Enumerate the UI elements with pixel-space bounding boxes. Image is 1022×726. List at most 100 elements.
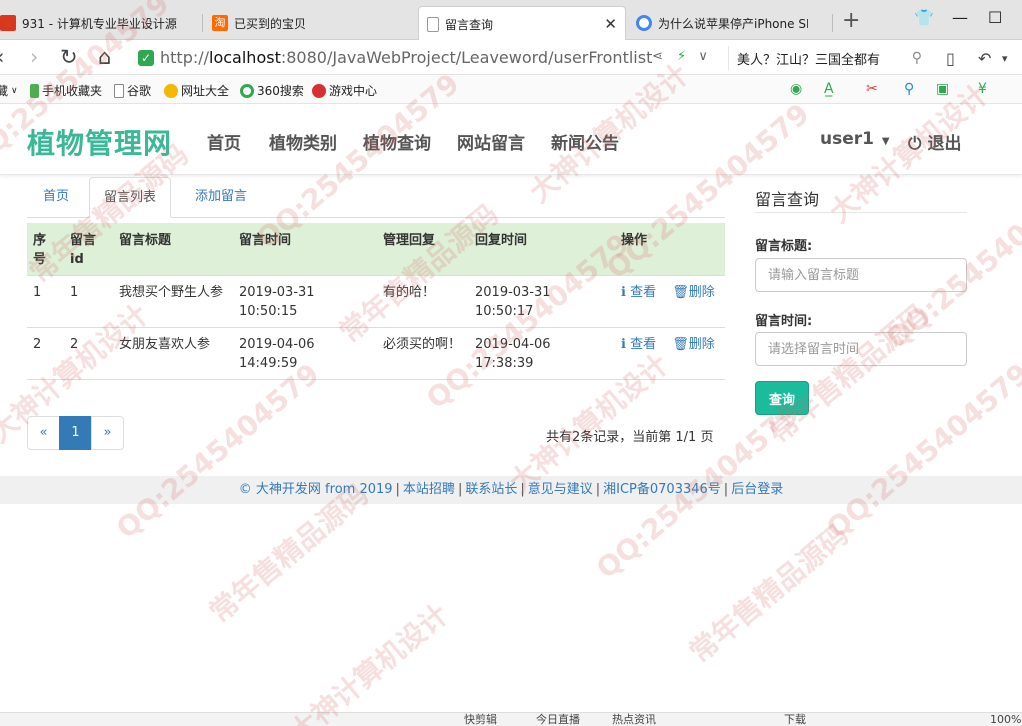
search-icon[interactable]: ⚲ bbox=[912, 50, 922, 66]
tab-divider bbox=[832, 14, 833, 32]
cell-reply-time: 2019-03-31 10:50:17 bbox=[469, 275, 615, 328]
scissors-icon[interactable]: ✂ bbox=[866, 81, 878, 97]
browser-tab-2[interactable]: 淘 已买到的宝贝 bbox=[204, 6, 414, 40]
chevron-down-icon[interactable]: ∨ bbox=[698, 49, 708, 64]
footer-link-icp[interactable]: 湘ICP备0703346号 bbox=[603, 482, 721, 497]
title-label: 留言标题: bbox=[755, 239, 813, 254]
tab-message-list[interactable]: 留言列表 bbox=[89, 177, 172, 218]
footer-copyright[interactable]: © 大神开发网 from 2019 bbox=[239, 482, 393, 497]
bookmark-urls[interactable]: 网址大全 bbox=[164, 82, 229, 99]
prev-page-button[interactable]: « bbox=[27, 416, 60, 450]
status-live[interactable]: 今日直播 bbox=[536, 713, 580, 726]
cell-title: 我想买个野生人参 bbox=[113, 275, 233, 328]
status-quick-clip[interactable]: 快剪辑 bbox=[464, 713, 497, 726]
tab-home[interactable]: 首页 bbox=[29, 177, 83, 218]
sidebar-title: 留言查询 bbox=[755, 190, 820, 209]
browser-tab-3-title: 留言查询 bbox=[445, 17, 494, 32]
back-icon[interactable]: ‹ bbox=[0, 45, 4, 69]
extension-green-icon[interactable]: ◉ bbox=[790, 81, 802, 97]
browser-tab-4[interactable]: 为什么说苹果停产iPhone SE bbox=[628, 6, 808, 40]
chevron-down-icon[interactable]: ▾ bbox=[1002, 52, 1008, 65]
nav-home[interactable]: 首页 bbox=[207, 129, 241, 154]
share-icon[interactable]: ⋖ bbox=[652, 49, 663, 64]
pagination-info: 共有2条记录，当前第 1/1 页 bbox=[546, 430, 714, 445]
new-tab-button[interactable]: + bbox=[842, 8, 860, 33]
footer-link-contact[interactable]: 联系站长 bbox=[465, 482, 517, 497]
magnifier-icon[interactable]: ⚲ bbox=[904, 81, 914, 97]
delete-link[interactable]: 🗑删除 bbox=[672, 285, 715, 300]
cell-time: 2019-03-31 10:50:15 bbox=[233, 275, 377, 328]
time-search-input[interactable] bbox=[755, 332, 967, 366]
nav-plant-search[interactable]: 植物查询 bbox=[363, 129, 431, 154]
cell-actions: ℹ 查看 🗑删除 bbox=[615, 275, 725, 328]
bookmark-mobile[interactable]: 手机收藏夹 bbox=[30, 82, 102, 99]
home-icon[interactable]: ⌂ bbox=[98, 45, 111, 69]
pagination: « 1 » bbox=[27, 416, 124, 450]
nav-plant-category[interactable]: 植物类别 bbox=[269, 129, 337, 154]
watermark-text: QQ:2545404579 bbox=[820, 356, 1022, 546]
status-zoom[interactable]: 100% bbox=[990, 713, 1021, 726]
nav-news[interactable]: 新闻公告 bbox=[551, 129, 619, 154]
status-news[interactable]: 热点资讯 bbox=[612, 713, 656, 726]
content-tabs: 首页 留言列表 添加留言 bbox=[27, 177, 725, 218]
minimize-icon[interactable]: — bbox=[952, 8, 968, 27]
next-page-button[interactable]: » bbox=[91, 416, 124, 450]
title-search-input[interactable] bbox=[755, 258, 967, 292]
red-flag-icon bbox=[0, 15, 16, 31]
bookmarks-bar: 藏 ∨ 手机收藏夹 谷歌 网址大全 360搜索 游戏中心 ◉ A̲ ✂ ⚲ ▣ ¥ bbox=[0, 76, 1022, 104]
forward-icon[interactable]: › bbox=[30, 45, 38, 69]
bookmark-360[interactable]: 360搜索 bbox=[240, 82, 304, 99]
bookmark-games[interactable]: 游戏中心 bbox=[312, 82, 377, 99]
user-name: user1 bbox=[820, 129, 874, 149]
watermark-text: 大神计算机设计 bbox=[283, 597, 455, 726]
gamepad-icon[interactable]: ▣ bbox=[936, 81, 949, 97]
site-footer: © 大神开发网 from 2019 | 本站招聘 | 联系站长 | 意见与建议 | 湘ICP备0… bbox=[0, 476, 1022, 504]
browser-tab-3[interactable]: 留言查询 ✕ bbox=[418, 6, 626, 41]
table-header-row: 序号 留言id 留言标题 留言时间 管理回复 回复时间 操作 bbox=[27, 223, 725, 276]
yen-icon[interactable]: ¥ bbox=[978, 81, 987, 97]
cell-no: 2 bbox=[27, 327, 64, 380]
shield-icon: ✓ bbox=[138, 49, 154, 66]
site-brand[interactable]: 植物管理网 bbox=[27, 122, 172, 162]
col-header-no: 序号 bbox=[27, 223, 64, 276]
logout-button[interactable]: ⏻ 退出 bbox=[908, 129, 961, 154]
view-link[interactable]: ℹ 查看 bbox=[621, 337, 656, 352]
maximize-icon[interactable]: ☐ bbox=[988, 8, 1002, 27]
url-field[interactable]: ✓ http://localhost:8080/JavaWebProject/L… bbox=[138, 44, 722, 71]
col-header-id: 留言id bbox=[64, 223, 113, 276]
table-row: 1 1 我想买个野生人参 2019-03-31 10:50:15 有的哈！ 20… bbox=[27, 275, 725, 328]
phone-icon bbox=[30, 83, 39, 98]
col-header-title: 留言标题 bbox=[113, 223, 233, 276]
page-1-button[interactable]: 1 bbox=[59, 416, 92, 450]
nav-guestbook[interactable]: 网站留言 bbox=[457, 129, 525, 154]
tablet-icon[interactable]: ▯ bbox=[946, 49, 955, 68]
search-360-icon bbox=[240, 83, 254, 98]
bookmark-google[interactable]: 谷歌 bbox=[114, 82, 151, 99]
tab-add-message[interactable]: 添加留言 bbox=[181, 177, 261, 218]
browser-tab-1-title: 931 - 计算机专业毕业设计源 bbox=[22, 16, 177, 31]
lightning-icon[interactable]: ⚡ bbox=[677, 49, 686, 64]
power-icon: ⏻ bbox=[908, 134, 922, 154]
query-button[interactable]: 查询 bbox=[755, 381, 809, 415]
footer-link-recruit[interactable]: 本站招聘 bbox=[403, 482, 455, 497]
user-menu[interactable]: user1 ▼ bbox=[820, 129, 890, 149]
reload-icon[interactable]: ↻ bbox=[60, 45, 78, 69]
undo-icon[interactable]: ↶ bbox=[978, 49, 991, 68]
footer-link-admin[interactable]: 后台登录 bbox=[731, 482, 783, 497]
shirt-skin-icon[interactable]: 👕 bbox=[914, 8, 934, 27]
close-tab-icon[interactable]: ✕ bbox=[604, 15, 617, 33]
browser-tab-strip: 931 - 计算机专业毕业设计源 淘 已买到的宝贝 留言查询 ✕ 为什么说苹果停… bbox=[0, 0, 1022, 41]
footer-link-feedback[interactable]: 意见与建议 bbox=[528, 482, 593, 497]
trash-icon: 🗑 bbox=[672, 285, 689, 300]
bookmark-favorites[interactable]: 藏 ∨ bbox=[0, 82, 18, 99]
page-icon bbox=[114, 83, 124, 98]
cell-time: 2019-04-06 14:49:59 bbox=[233, 327, 377, 380]
delete-link[interactable]: 🗑删除 bbox=[672, 337, 715, 352]
status-download[interactable]: 下载 bbox=[784, 713, 806, 726]
cell-id: 2 bbox=[64, 327, 113, 380]
cell-id: 1 bbox=[64, 275, 113, 328]
view-link[interactable]: ℹ 查看 bbox=[621, 285, 656, 300]
browser-tab-1[interactable]: 931 - 计算机专业毕业设计源 bbox=[0, 6, 198, 40]
search-box[interactable]: 美人？江山？三国全都有 ⚲ bbox=[728, 46, 926, 70]
translate-icon[interactable]: A̲ bbox=[824, 81, 834, 97]
